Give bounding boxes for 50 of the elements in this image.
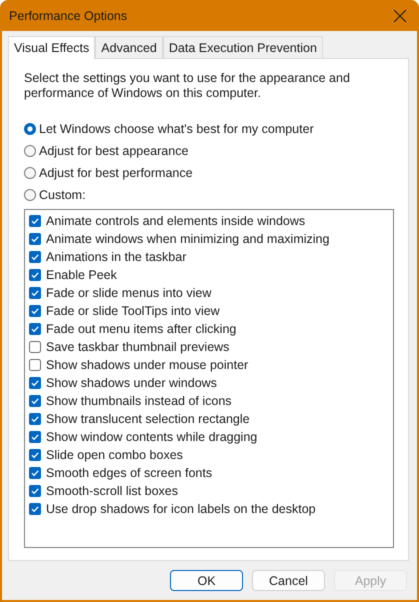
checkbox[interactable] — [29, 287, 41, 299]
radio-button[interactable] — [24, 167, 36, 179]
effect-label[interactable]: Save taskbar thumbnail previews — [46, 340, 230, 354]
effect-label[interactable]: Fade or slide menus into view — [46, 286, 212, 300]
option-label[interactable]: Adjust for best performance — [39, 166, 193, 180]
checkbox[interactable] — [29, 215, 41, 227]
tab[interactable]: Advanced — [95, 36, 163, 58]
effect-label[interactable]: Use drop shadows for icon labels on the desktop — [46, 502, 316, 516]
description-text: Select the settings you want to use for the appearance and performance of Windows on this computer. — [24, 71, 351, 101]
effect-label[interactable]: Animate controls and elements inside windows — [46, 214, 306, 228]
close-icon[interactable] — [393, 8, 407, 22]
checkbox[interactable] — [29, 251, 41, 263]
option-label[interactable]: Adjust for best appearance — [39, 144, 188, 158]
radio-button[interactable] — [24, 123, 36, 135]
effect-label[interactable]: Show thumbnails instead of icons — [46, 394, 232, 408]
checkbox[interactable] — [29, 359, 41, 371]
effect-label[interactable]: Fade or slide ToolTips into view — [46, 304, 220, 318]
checkbox[interactable] — [29, 341, 41, 353]
option-label[interactable]: Custom: — [39, 188, 86, 202]
checkbox[interactable] — [29, 323, 41, 335]
effect-label[interactable]: Smooth-scroll list boxes — [46, 484, 178, 498]
effect-label[interactable]: Animate windows when minimizing and maximizing — [46, 232, 330, 246]
checkbox[interactable] — [29, 395, 41, 407]
window-title: Performance Options — [9, 8, 128, 22]
effect-label[interactable]: Animations in the taskbar — [46, 250, 186, 264]
effect-label[interactable]: Show shadows under mouse pointer — [46, 358, 248, 372]
checkbox[interactable] — [29, 377, 41, 389]
dialog-button[interactable]: Cancel — [252, 570, 325, 591]
effect-label[interactable]: Smooth edges of screen fonts — [46, 466, 212, 480]
effect-label[interactable]: Show shadows under windows — [46, 376, 217, 390]
effect-label[interactable]: Fade out menu items after clicking — [46, 322, 236, 336]
checkbox[interactable] — [29, 413, 41, 425]
checkbox[interactable] — [29, 305, 41, 317]
effect-label[interactable]: Show translucent selection rectangle — [46, 412, 250, 426]
checkbox[interactable] — [29, 467, 41, 479]
dialog-button[interactable]: OK — [170, 570, 243, 591]
checkbox[interactable] — [29, 233, 41, 245]
checkbox[interactable] — [29, 503, 41, 515]
checkbox[interactable] — [29, 449, 41, 461]
tab[interactable]: Visual Effects — [8, 36, 96, 59]
effect-label[interactable]: Slide open combo boxes — [46, 448, 183, 462]
effect-label[interactable]: Enable Peek — [46, 268, 117, 282]
radio-button[interactable] — [24, 145, 36, 157]
effect-label[interactable]: Show window contents while dragging — [46, 430, 258, 444]
checkbox[interactable] — [29, 431, 41, 443]
option-label[interactable]: Let Windows choose what's best for my computer — [39, 122, 314, 136]
radio-button[interactable] — [24, 189, 36, 201]
checkbox[interactable] — [29, 269, 41, 281]
checkbox[interactable] — [29, 485, 41, 497]
tab[interactable]: Data Execution Prevention — [162, 36, 323, 58]
